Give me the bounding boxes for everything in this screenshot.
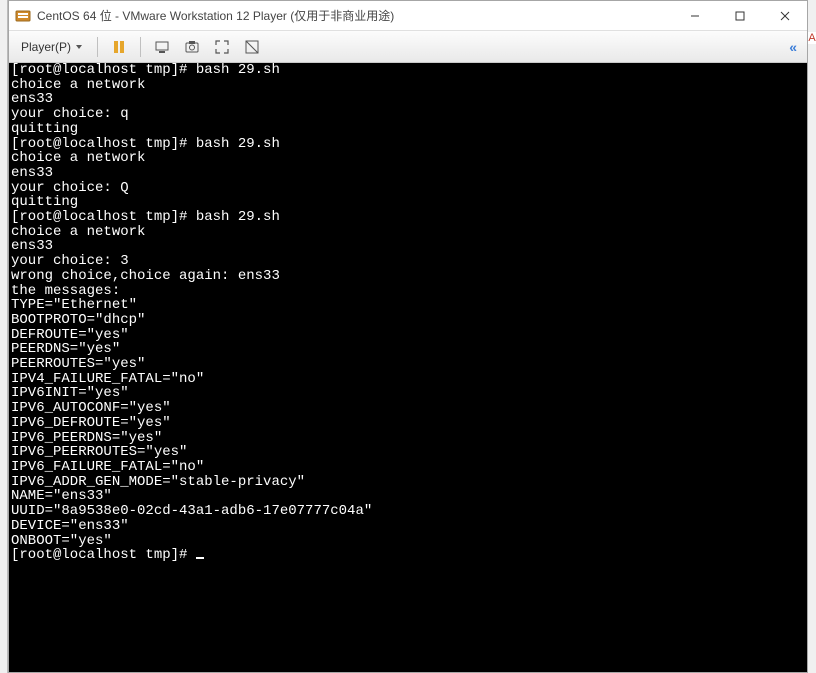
window-title: CentOS 64 位 - VMware Workstation 12 Play… <box>37 7 672 24</box>
send-ctrl-alt-del-button[interactable] <box>149 35 175 59</box>
player-menu-label: Player(P) <box>21 40 71 54</box>
player-menu[interactable]: Player(P) <box>15 38 89 56</box>
toolbar-separator <box>97 37 98 57</box>
fullscreen-button[interactable] <box>209 35 235 59</box>
toolbar-separator <box>140 37 141 57</box>
window-controls <box>672 1 807 30</box>
chevron-down-icon <box>75 40 83 54</box>
snapshot-button[interactable] <box>179 35 205 59</box>
collapse-toolbar-icon[interactable]: « <box>789 39 801 55</box>
right-mark-letter: A <box>808 32 816 44</box>
right-gutter <box>808 0 816 673</box>
vmware-window: CentOS 64 位 - VMware Workstation 12 Play… <box>8 0 808 673</box>
app-icon <box>15 8 31 24</box>
terminal[interactable]: [root@localhost tmp]# bash 29.sh choice … <box>9 63 807 672</box>
minimize-button[interactable] <box>672 1 717 30</box>
titlebar[interactable]: CentOS 64 位 - VMware Workstation 12 Play… <box>9 1 807 31</box>
unity-button[interactable] <box>239 35 265 59</box>
pause-button[interactable] <box>106 35 132 59</box>
toolbar: Player(P) « <box>9 31 807 63</box>
terminal-cursor <box>196 557 204 559</box>
left-gutter <box>0 0 8 673</box>
close-button[interactable] <box>762 1 807 30</box>
maximize-button[interactable] <box>717 1 762 30</box>
terminal-output: [root@localhost tmp]# bash 29.sh choice … <box>11 63 805 563</box>
